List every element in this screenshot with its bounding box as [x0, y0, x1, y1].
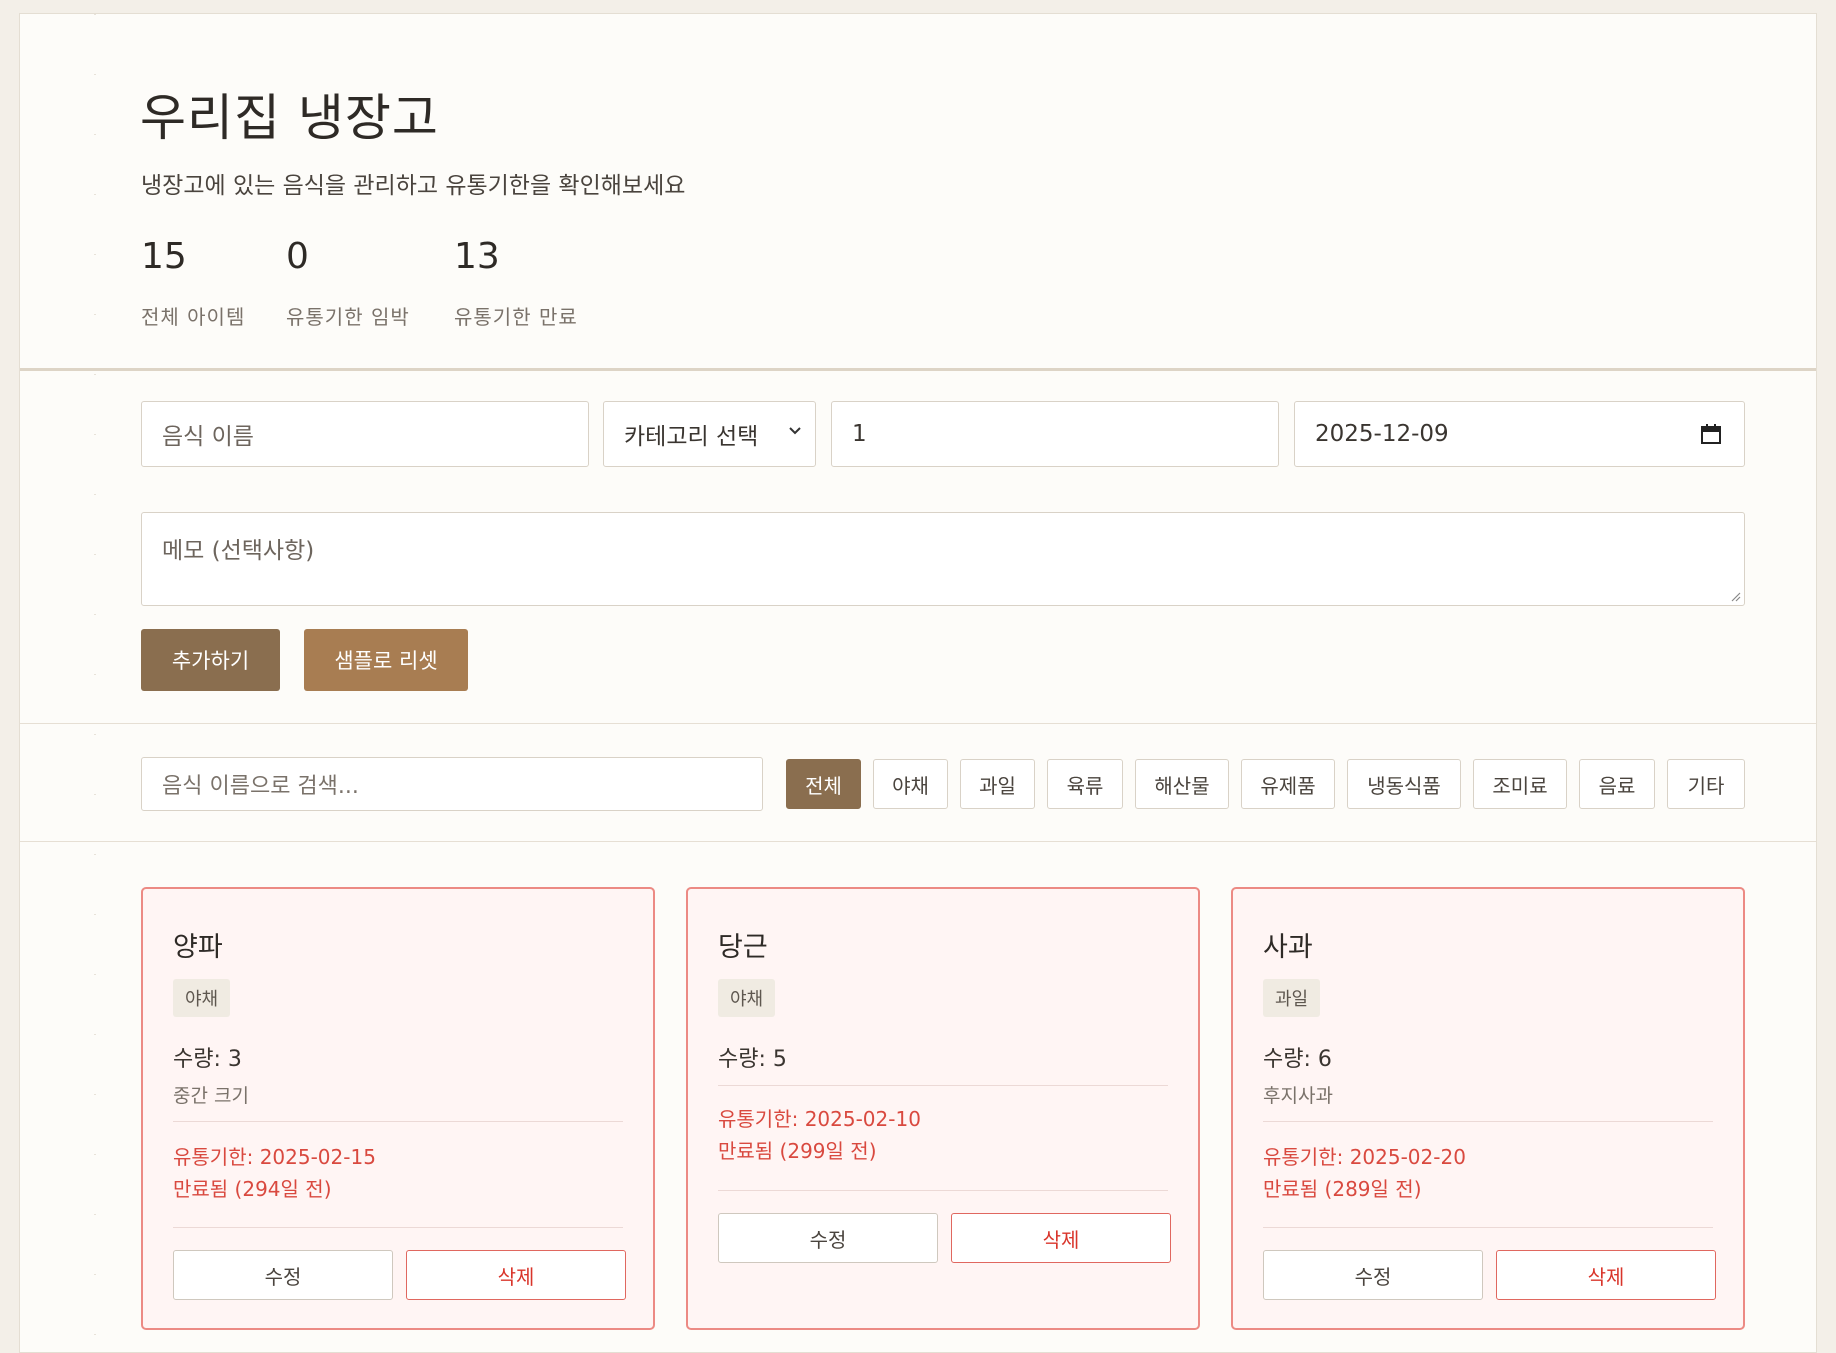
- quantity-value: 1: [852, 421, 867, 447]
- food-card-expiry-status: 만료됨 (299일 전): [718, 1139, 877, 1163]
- food-card-name: 당근: [718, 932, 768, 963]
- stat-expiring: 0 유통기한 임박: [286, 239, 410, 330]
- search-input[interactable]: 음식 이름으로 검색...: [141, 757, 763, 811]
- filter-chip-other[interactable]: 기타: [1667, 759, 1745, 809]
- food-card-quantity: 수량: 6: [1263, 1047, 1332, 1072]
- stat-expired: 13 유통기한 만료: [454, 239, 578, 330]
- filter-chip-frozen[interactable]: 냉동식품: [1347, 759, 1461, 809]
- filter-chip-all[interactable]: 전체: [786, 759, 861, 809]
- food-card-quantity: 수량: 3: [173, 1047, 242, 1072]
- food-card-category-badge: 과일: [1263, 979, 1321, 1017]
- filter-chip-fruit[interactable]: 과일: [960, 759, 1035, 809]
- stat-expiring-label: 유통기한 임박: [286, 305, 410, 329]
- stat-total-label: 전체 아이템: [141, 305, 246, 329]
- chevron-down-icon: [789, 427, 801, 435]
- filter-chip-beverage[interactable]: 음료: [1579, 759, 1655, 809]
- delete-button[interactable]: 삭제: [406, 1250, 626, 1300]
- food-card: 양파 야채 수량: 3 중간 크기 유통기한: 2025-02-15 만료됨 (…: [141, 887, 655, 1330]
- food-card-expiry-date: 유통기한: 2025-02-15: [173, 1145, 376, 1169]
- stat-total: 15 전체 아이템: [141, 239, 245, 330]
- filter-chip-dairy[interactable]: 유제품: [1241, 759, 1335, 809]
- food-card-memo: 중간 크기: [173, 1085, 249, 1107]
- page-title: 우리집 냉장고: [140, 89, 439, 147]
- filter-chip-meat[interactable]: 육류: [1047, 759, 1123, 809]
- food-card: 당근 야채 수량: 5 유통기한: 2025-02-10 만료됨 (299일 전…: [686, 887, 1200, 1330]
- stat-expired-value: 13: [454, 236, 500, 277]
- memo-textarea[interactable]: 메모 (선택사항): [141, 512, 1745, 606]
- expiry-date-input[interactable]: 2025-12-09: [1294, 401, 1745, 467]
- divider: [718, 1190, 1168, 1191]
- app-window: 우리집 냉장고 냉장고에 있는 음식을 관리하고 유통기한을 확인해보세요 15…: [19, 13, 1817, 1353]
- food-card: 사과 과일 수량: 6 후지사과 유통기한: 2025-02-20 만료됨 (2…: [1231, 887, 1745, 1330]
- food-card-category-badge: 야채: [173, 979, 231, 1017]
- food-name-input[interactable]: 음식 이름: [141, 401, 589, 467]
- category-select[interactable]: 카테고리 선택: [603, 401, 816, 467]
- divider: [1263, 1227, 1713, 1228]
- food-card-expiry-date: 유통기한: 2025-02-10: [718, 1107, 921, 1131]
- filter-bar: 음식 이름으로 검색... 전체 야채 과일 육류 해산물 유제품 냉동식품 조…: [20, 725, 1816, 842]
- food-card-name: 양파: [173, 932, 223, 963]
- stat-expired-label: 유통기한 만료: [454, 305, 578, 329]
- header: 우리집 냉장고 냉장고에 있는 음식을 관리하고 유통기한을 확인해보세요 15…: [20, 14, 1816, 371]
- filter-chip-vegetable[interactable]: 야채: [873, 759, 948, 809]
- search-placeholder: 음식 이름으로 검색...: [162, 774, 359, 799]
- delete-button[interactable]: 삭제: [1496, 1250, 1716, 1300]
- edit-button[interactable]: 수정: [1263, 1250, 1483, 1300]
- divider: [173, 1121, 623, 1122]
- reset-sample-button[interactable]: 샘플로 리셋: [304, 629, 468, 691]
- memo-placeholder: 메모 (선택사항): [162, 538, 315, 564]
- filter-chip-seasoning[interactable]: 조미료: [1473, 759, 1567, 809]
- add-item-form: 음식 이름 카테고리 선택 1 2025-12-09 메모 (선택사항) 추가하…: [20, 374, 1816, 724]
- stat-total-value: 15: [141, 236, 187, 277]
- food-card-category-badge: 야채: [718, 979, 776, 1017]
- calendar-icon[interactable]: [1700, 423, 1722, 445]
- page-subtitle: 냉장고에 있는 음식을 관리하고 유통기한을 확인해보세요: [141, 173, 686, 199]
- food-card-memo: 후지사과: [1263, 1085, 1333, 1107]
- divider: [718, 1085, 1168, 1086]
- quantity-input[interactable]: 1: [831, 401, 1279, 467]
- food-card-name: 사과: [1263, 932, 1313, 963]
- edit-button[interactable]: 수정: [718, 1213, 938, 1263]
- edit-button[interactable]: 수정: [173, 1250, 393, 1300]
- divider: [173, 1227, 623, 1228]
- stat-expiring-value: 0: [286, 236, 309, 277]
- category-select-value: 카테고리 선택: [624, 424, 759, 450]
- food-card-expiry-status: 만료됨 (289일 전): [1263, 1177, 1422, 1201]
- food-card-expiry-status: 만료됨 (294일 전): [173, 1177, 332, 1201]
- food-card-quantity: 수량: 5: [718, 1047, 787, 1072]
- divider: [1263, 1121, 1713, 1122]
- delete-button[interactable]: 삭제: [951, 1213, 1171, 1263]
- expiry-date-value: 2025-12-09: [1315, 421, 1449, 447]
- filter-chip-seafood[interactable]: 해산물: [1135, 759, 1229, 809]
- food-card-expiry-date: 유통기한: 2025-02-20: [1263, 1145, 1466, 1169]
- food-name-placeholder: 음식 이름: [162, 424, 254, 450]
- resize-grip-icon[interactable]: [1729, 590, 1741, 602]
- add-button[interactable]: 추가하기: [141, 629, 280, 691]
